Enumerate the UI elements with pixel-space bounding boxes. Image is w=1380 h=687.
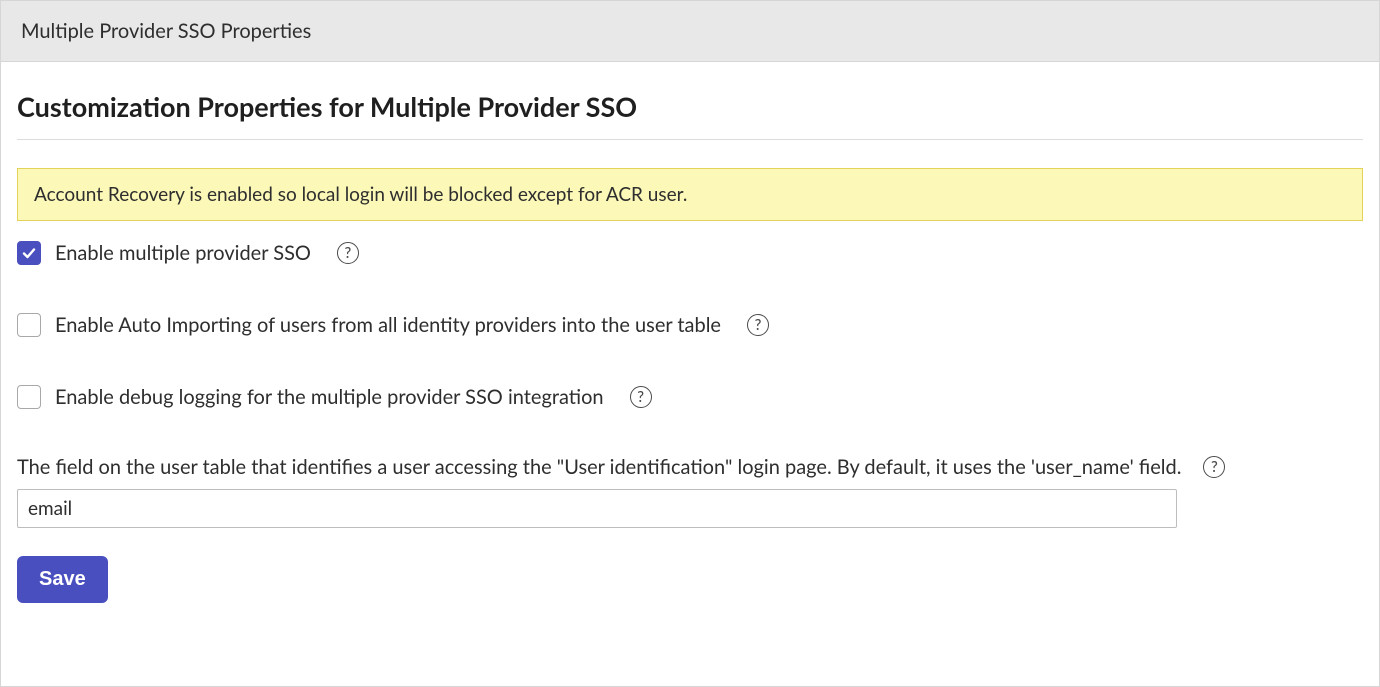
help-icon[interactable]: ? (337, 242, 359, 264)
content-area: Customization Properties for Multiple Pr… (1, 62, 1379, 686)
help-icon[interactable]: ? (1203, 456, 1225, 478)
enable-auto-import-label: Enable Auto Importing of users from all … (55, 313, 721, 337)
alert-banner: Account Recovery is enabled so local log… (17, 168, 1363, 221)
field-enable-sso: Enable multiple provider SSO ? (17, 241, 1363, 265)
enable-sso-checkbox[interactable] (17, 241, 41, 265)
help-icon[interactable]: ? (747, 314, 769, 336)
enable-debug-label: Enable debug logging for the multiple pr… (55, 385, 604, 409)
field-enable-auto-import: Enable Auto Importing of users from all … (17, 313, 1363, 337)
enable-debug-checkbox[interactable] (17, 385, 41, 409)
page-container: Multiple Provider SSO Properties Customi… (0, 0, 1380, 687)
user-field-description: The field on the user table that identif… (17, 455, 1181, 479)
user-field-description-row: The field on the user table that identif… (17, 455, 1363, 479)
field-enable-debug: Enable debug logging for the multiple pr… (17, 385, 1363, 409)
header-title: Multiple Provider SSO Properties (21, 19, 311, 43)
alert-message: Account Recovery is enabled so local log… (34, 183, 687, 206)
help-icon[interactable]: ? (630, 386, 652, 408)
save-button[interactable]: Save (17, 556, 108, 603)
enable-sso-label: Enable multiple provider SSO (55, 241, 311, 265)
user-field-input[interactable] (17, 489, 1177, 528)
page-title: Customization Properties for Multiple Pr… (17, 90, 1363, 123)
header-bar: Multiple Provider SSO Properties (1, 1, 1379, 62)
enable-auto-import-checkbox[interactable] (17, 313, 41, 337)
divider (17, 139, 1363, 140)
check-icon (21, 245, 37, 261)
